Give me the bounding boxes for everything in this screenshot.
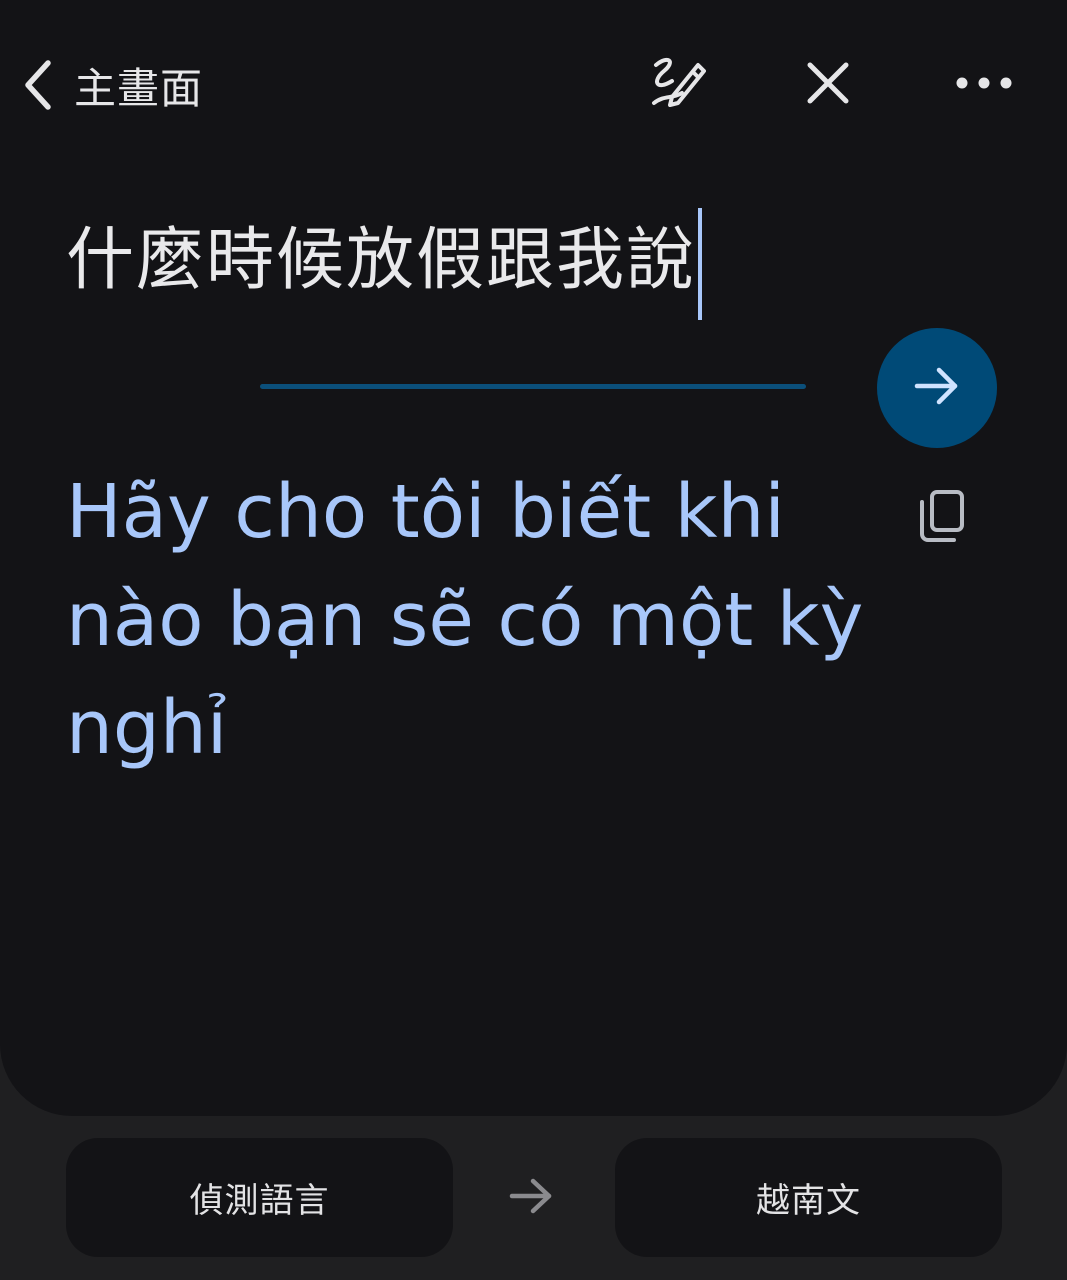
target-language-label: 越南文	[756, 1181, 861, 1221]
back-button[interactable]: 主畫面	[18, 52, 203, 118]
handwriting-button[interactable]	[638, 52, 710, 118]
more-horizontal-icon	[954, 75, 1014, 95]
handwriting-pen-icon	[642, 51, 706, 119]
close-button[interactable]	[792, 52, 864, 118]
back-label: 主畫面	[74, 63, 204, 113]
close-icon	[804, 59, 852, 111]
source-language-button[interactable]: 偵測語言	[66, 1138, 453, 1257]
translate-button[interactable]	[877, 328, 997, 448]
translation-text: Hãy cho tôi biết khi nào bạn sẽ có một k…	[66, 469, 864, 771]
chevron-left-icon	[18, 57, 58, 113]
more-options-button[interactable]	[948, 52, 1020, 118]
target-language-button[interactable]: 越南文	[615, 1138, 1002, 1257]
arrow-right-icon	[913, 362, 961, 414]
source-language-label: 偵測語言	[189, 1181, 330, 1221]
top-bar: 主畫面	[0, 40, 1067, 130]
copy-icon	[916, 488, 968, 548]
source-text: 什麼時候放假跟我說	[66, 221, 697, 300]
text-caret	[698, 208, 703, 320]
arrow-right-icon	[509, 1176, 555, 1220]
source-text-input[interactable]: 什麼時候放假跟我說	[66, 206, 703, 320]
translator-card: 主畫面 什麼時候放假跟我說 Hãy cho tôi biết khi nào b…	[0, 0, 1067, 1116]
language-direction-arrow	[504, 1170, 560, 1226]
divider	[260, 384, 806, 389]
copy-button[interactable]	[906, 482, 978, 554]
